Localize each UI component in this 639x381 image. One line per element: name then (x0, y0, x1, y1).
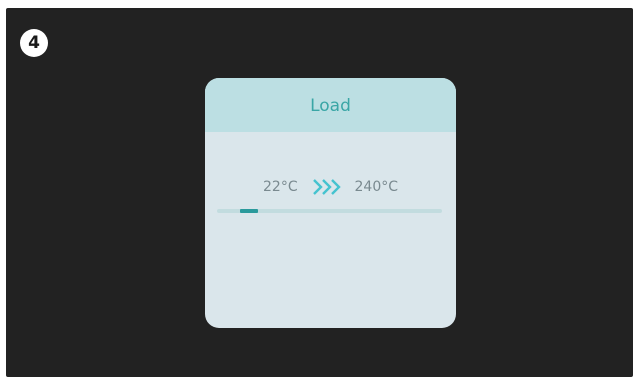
dialog-header: Load (205, 78, 456, 132)
screen-frame: 4 Load 22°C 240°C (6, 8, 633, 377)
triple-chevron-right-icon (313, 179, 341, 195)
target-temperature: 240°C (354, 179, 399, 195)
step-number-badge: 4 (20, 29, 48, 57)
dialog-title: Load (310, 96, 351, 116)
load-dialog: Load 22°C 240°C (205, 78, 456, 328)
current-temperature: 22°C (263, 179, 298, 195)
temperature-row: 22°C 240°C (205, 174, 456, 200)
heating-progress-fill (240, 209, 258, 213)
heating-progress-bar (217, 209, 442, 213)
